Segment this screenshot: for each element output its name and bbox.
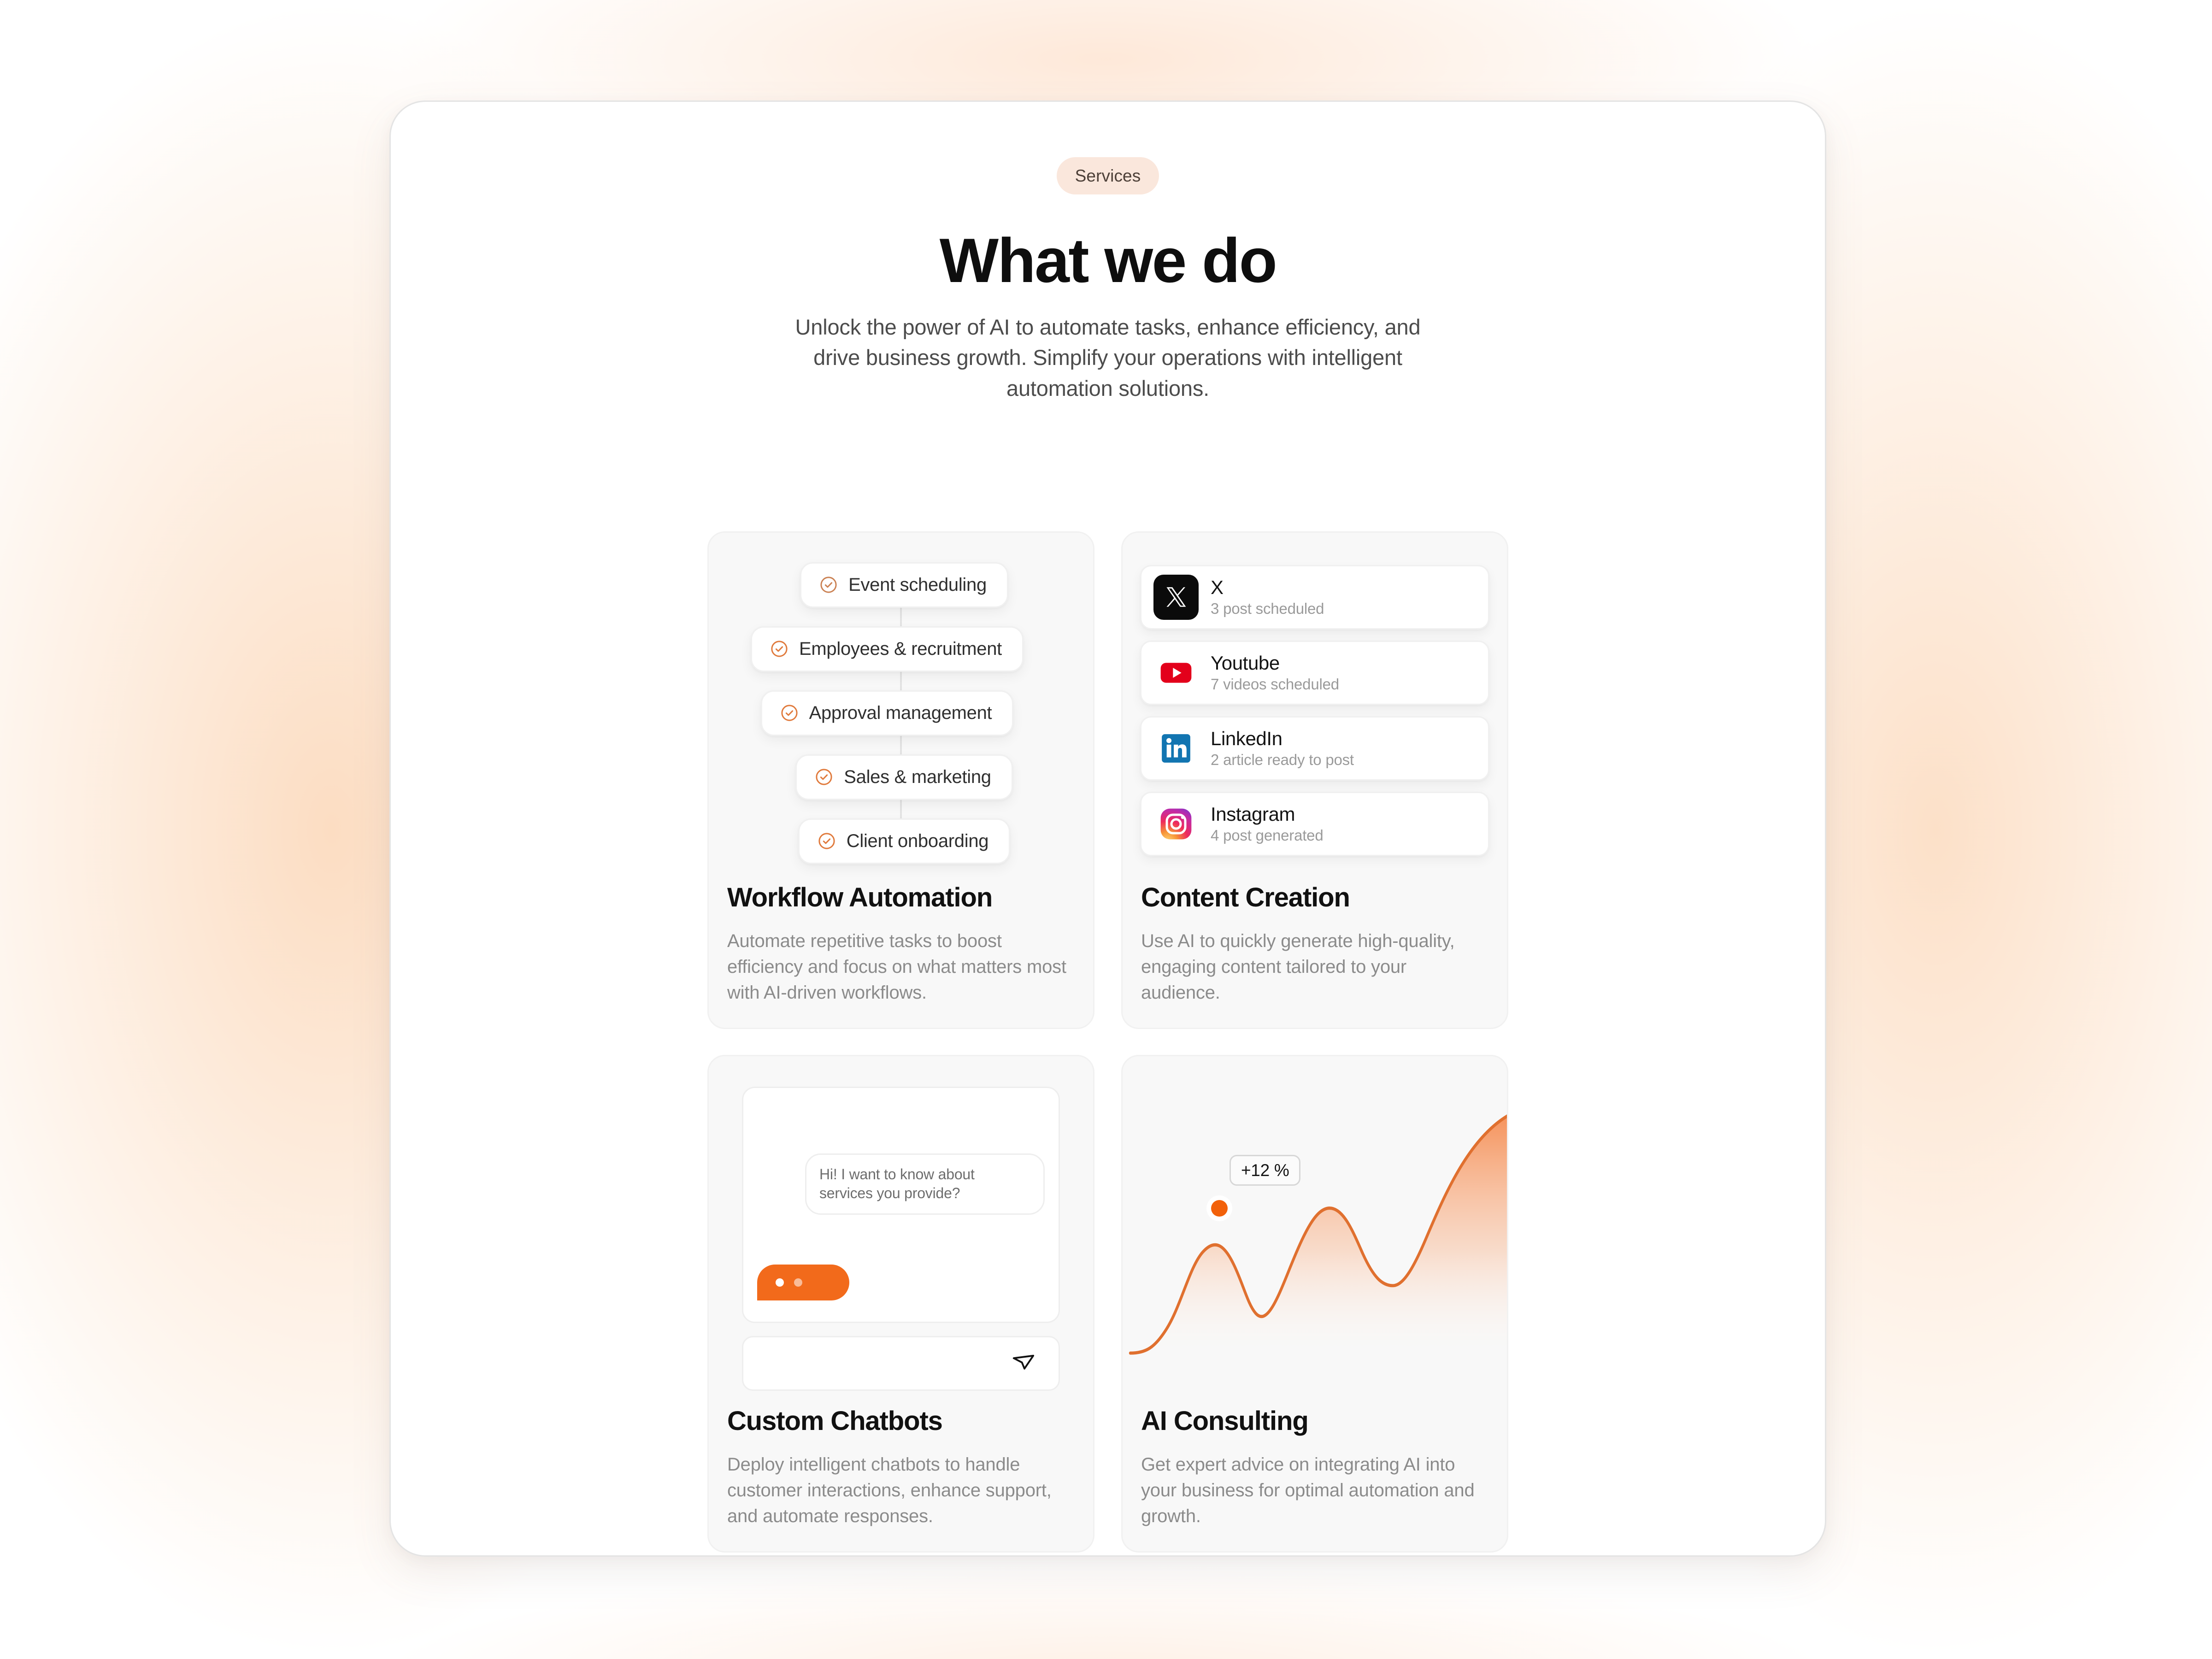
- workflow-chip-label: Sales & marketing: [844, 766, 991, 787]
- card-title: Workflow Automation: [727, 882, 993, 912]
- workflow-chip-label: Client onboarding: [846, 830, 989, 851]
- check-circle-icon: [814, 767, 834, 787]
- workflow-chip-label: Approval management: [809, 702, 992, 723]
- social-channel-row[interactable]: X 3 post scheduled: [1140, 565, 1489, 629]
- workflow-chip[interactable]: Sales & marketing: [795, 754, 1013, 800]
- check-circle-icon: [817, 831, 836, 851]
- service-card-custom-chatbots[interactable]: Hi! I want to know about services you pr…: [707, 1054, 1094, 1553]
- x-twitter-icon: [1153, 574, 1199, 620]
- social-channel-name: LinkedIn: [1211, 728, 1282, 750]
- card-text-block: Custom Chatbots Deploy intelligent chatb…: [709, 1406, 1093, 1551]
- area-chart-svg: [1129, 1114, 1507, 1362]
- check-circle-icon: [770, 639, 789, 659]
- page-title: What we do: [939, 225, 1277, 295]
- card-description: Automate repetitive tasks to boost effic…: [727, 930, 1066, 1003]
- check-circle-icon: [780, 703, 799, 723]
- social-channel-name: Instagram: [1211, 803, 1295, 825]
- workflow-chip-label: Employees & recruitment: [799, 638, 1002, 659]
- typing-dot: [776, 1278, 784, 1287]
- card-description: Deploy intelligent chatbots to handle cu…: [727, 1454, 1052, 1526]
- typing-dot: [794, 1278, 802, 1287]
- card-text-block: Content Creation Use AI to quickly gener…: [1123, 883, 1507, 1028]
- services-grid: Event scheduling Employees & recruitment: [707, 531, 1508, 1553]
- youtube-icon: [1153, 650, 1199, 695]
- social-channel-name: X: [1211, 577, 1224, 599]
- workflow-chip-list: Event scheduling Employees & recruitment: [709, 562, 1093, 864]
- chat-bubble-incoming: Hi! I want to know about services you pr…: [805, 1153, 1045, 1215]
- screenshot-stage: Services What we do Unlock the power of …: [0, 0, 2212, 1659]
- card-title: Content Creation: [1141, 882, 1350, 912]
- section-badge: Services: [1056, 157, 1159, 194]
- social-channel-status: 7 videos scheduled: [1211, 676, 1339, 693]
- service-card-workflow-automation[interactable]: Event scheduling Employees & recruitment: [707, 531, 1094, 1029]
- social-channel-status: 4 post generated: [1211, 827, 1324, 844]
- chart-value-badge: +12 %: [1230, 1154, 1301, 1186]
- social-channel-meta: Youtube 7 videos scheduled: [1211, 652, 1339, 693]
- chart-data-point-marker: [1211, 1200, 1228, 1217]
- social-channel-meta: LinkedIn 2 article ready to post: [1211, 728, 1354, 769]
- social-channel-status: 2 article ready to post: [1211, 751, 1354, 769]
- instagram-icon: [1153, 801, 1199, 847]
- chatbot-preview: Hi! I want to know about services you pr…: [709, 1056, 1093, 1406]
- social-channel-meta: Instagram 4 post generated: [1211, 803, 1324, 844]
- growth-chart: +12 %: [1123, 1056, 1507, 1406]
- section-header: Services What we do Unlock the power of …: [391, 102, 1825, 404]
- card-text-block: Workflow Automation Automate repetitive …: [709, 883, 1093, 1028]
- workflow-chip[interactable]: Client onboarding: [798, 818, 1011, 864]
- social-channel-row[interactable]: Instagram 4 post generated: [1140, 791, 1489, 856]
- social-channel-row[interactable]: LinkedIn 2 article ready to post: [1140, 716, 1489, 781]
- chat-input-field[interactable]: [742, 1335, 1060, 1391]
- social-channel-name: Youtube: [1211, 652, 1280, 674]
- workflow-chip-label: Event scheduling: [848, 574, 987, 595]
- chart-area-fill: [1130, 1116, 1507, 1362]
- card-text-block: AI Consulting Get expert advice on integ…: [1123, 1406, 1507, 1551]
- chart-canvas: [1123, 1107, 1507, 1362]
- social-channel-meta: X 3 post scheduled: [1211, 577, 1324, 618]
- social-channel-status: 3 post scheduled: [1211, 600, 1324, 618]
- chat-message-window: Hi! I want to know about services you pr…: [742, 1086, 1060, 1323]
- service-card-ai-consulting[interactable]: +12 % AI Consulting Get expert advice on…: [1121, 1054, 1508, 1553]
- service-card-content-creation[interactable]: X 3 post scheduled Youtube 7 videos sche…: [1121, 531, 1508, 1029]
- card-title: AI Consulting: [1141, 1406, 1309, 1436]
- workflow-chip[interactable]: Employees & recruitment: [751, 626, 1024, 672]
- services-panel: Services What we do Unlock the power of …: [389, 100, 1826, 1557]
- card-description: Use AI to quickly generate high-quality,…: [1141, 930, 1455, 1003]
- workflow-chip[interactable]: Approval management: [760, 690, 1014, 736]
- check-circle-icon: [819, 575, 838, 594]
- social-channel-list: X 3 post scheduled Youtube 7 videos sche…: [1123, 533, 1507, 883]
- chat-typing-indicator: [757, 1264, 849, 1300]
- page-subtitle: Unlock the power of AI to automate tasks…: [795, 314, 1421, 401]
- social-channel-row[interactable]: Youtube 7 videos scheduled: [1140, 640, 1489, 705]
- linkedin-icon: [1153, 725, 1199, 771]
- card-title: Custom Chatbots: [727, 1406, 943, 1436]
- send-paper-plane-icon[interactable]: [1010, 1348, 1038, 1379]
- card-description: Get expert advice on integrating AI into…: [1141, 1454, 1475, 1526]
- workflow-chip[interactable]: Event scheduling: [800, 562, 1008, 608]
- workflow-diagram: Event scheduling Employees & recruitment: [709, 533, 1093, 883]
